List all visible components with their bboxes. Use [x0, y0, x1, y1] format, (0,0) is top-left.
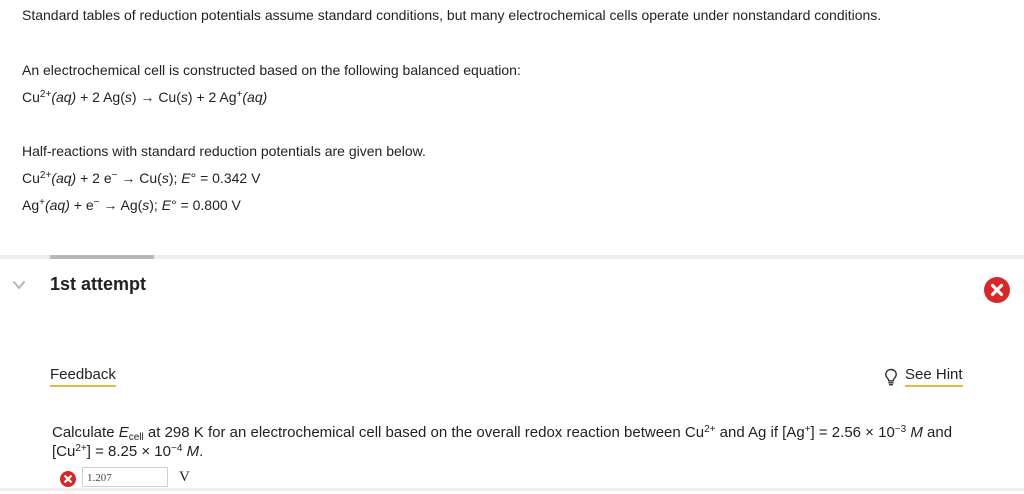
- hr-charge: 2+: [39, 170, 52, 181]
- answer-unit: V: [179, 469, 190, 485]
- hr-part: (aq): [51, 170, 77, 186]
- cell-lead: An electrochemical cell is constructed b…: [22, 62, 521, 78]
- eq-charge: 2+: [39, 89, 52, 100]
- eq-part: (aq): [51, 89, 77, 105]
- q-part: ] = 8.25 × 10: [86, 443, 171, 460]
- eq-part: (aq): [242, 89, 268, 105]
- hr-part: E: [161, 197, 172, 213]
- q-part: at 298 K for an electrochemical cell bas…: [143, 424, 705, 441]
- q-part: ] = 2.56 × 10: [810, 424, 895, 441]
- hr-part: (aq): [44, 197, 70, 213]
- hr-part: s: [161, 170, 169, 186]
- q-exponent: −4: [171, 443, 183, 454]
- q-subscript: cell: [128, 432, 144, 443]
- feedback-link[interactable]: Feedback: [50, 366, 116, 387]
- hr-part: ° = 0.800 V: [171, 197, 241, 213]
- hr-part: E: [181, 170, 191, 186]
- intro-text: Standard tables of reduction potentials …: [22, 7, 882, 23]
- eq-part: ) + 2 Ag: [187, 89, 237, 105]
- hr-part: + e: [69, 197, 94, 213]
- q-charge: 2+: [704, 424, 716, 435]
- eq-part: s: [180, 89, 188, 105]
- lightbulb-icon: [885, 368, 897, 385]
- hr-part: ° = 0.342 V: [190, 170, 261, 186]
- see-hint-button[interactable]: See Hint: [884, 366, 963, 387]
- see-hint-label: See Hint: [905, 366, 963, 387]
- q-exponent: −3: [894, 424, 907, 435]
- chevron-down-icon[interactable]: [11, 278, 27, 292]
- eq-part: Cu: [22, 89, 40, 105]
- half-reaction-copper: Cu2+(aq) + 2 e− → Cu(s); E° = 0.342 V: [22, 169, 260, 187]
- answer-input[interactable]: 1.207: [82, 467, 168, 487]
- q-part: and Ag if [Ag: [715, 424, 805, 441]
- q-unit: M: [910, 424, 923, 441]
- hr-part: → Ag(: [99, 197, 143, 213]
- incorrect-x-icon: [60, 471, 76, 487]
- half-reactions-lead: Half-reactions with standard reduction p…: [22, 143, 426, 159]
- eq-part: + 2 Ag(: [76, 89, 125, 105]
- hr-part: Ag: [22, 197, 40, 213]
- q-charge: 2+: [75, 443, 87, 454]
- hr-part: );: [149, 197, 162, 213]
- q-part: .: [199, 443, 204, 460]
- q-part: E: [118, 424, 129, 441]
- incorrect-x-icon: [984, 277, 1010, 303]
- hr-part: Cu: [22, 170, 40, 186]
- q-unit: M: [186, 443, 200, 460]
- hr-part: + 2 e: [76, 170, 112, 186]
- active-part-indicator: [50, 255, 154, 259]
- half-reaction-silver: Ag+(aq) + e− → Ag(s); E° = 0.800 V: [22, 196, 241, 214]
- eq-part: ) → Cu(: [131, 89, 181, 105]
- hr-part: );: [168, 170, 182, 186]
- q-part: Calculate: [52, 424, 119, 441]
- attempt-title: 1st attempt: [50, 274, 147, 294]
- eq-part: s: [124, 89, 132, 105]
- question-text: Calculate Ecell at 298 K for an electroc…: [52, 423, 967, 461]
- section-divider: [0, 488, 1024, 491]
- balanced-equation: Cu2+(aq) + 2 Ag(s) → Cu(s) + 2 Ag+(aq): [22, 88, 267, 106]
- hr-part: → Cu(: [117, 170, 162, 186]
